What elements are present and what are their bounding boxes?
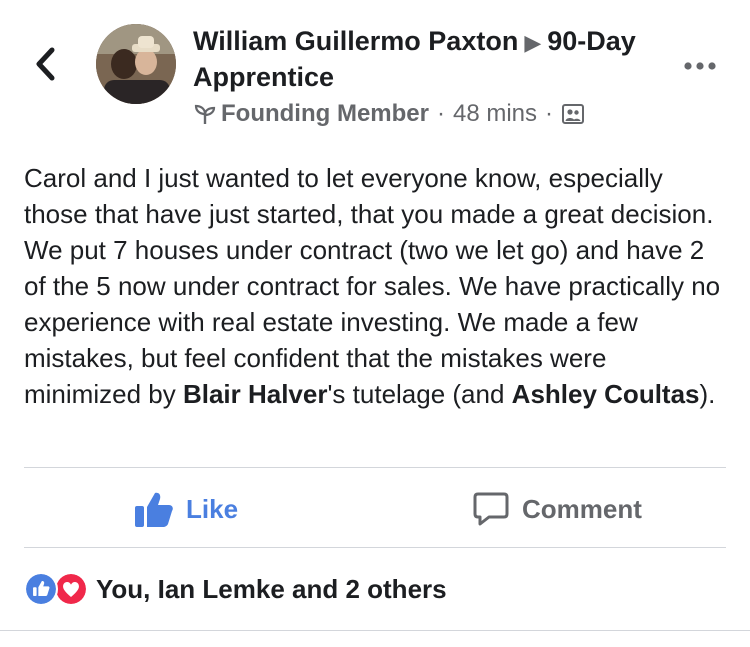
like-button[interactable]: Like (134, 486, 238, 532)
reaction-icons (24, 572, 90, 606)
post-text: Carol and I just wanted to let everyone … (24, 163, 721, 409)
author-avatar[interactable] (96, 24, 176, 104)
divider (24, 547, 726, 548)
separator-dot: · (436, 100, 445, 127)
more-options-button[interactable] (682, 58, 722, 74)
post-body: Carol and I just wanted to let everyone … (24, 160, 729, 412)
post-title: William Guillermo Paxton ▶ 90-Day Apprenti… (193, 24, 663, 94)
author-name[interactable]: William Guillermo Paxton (193, 26, 518, 56)
reactions-names: You, Ian Lemke and 2 others (96, 573, 447, 604)
post-meta: Founding Member · 48 mins · (193, 99, 663, 129)
group-members-icon (562, 104, 585, 124)
like-reaction-icon (24, 572, 58, 606)
like-label: Like (186, 493, 239, 524)
thumbs-up-icon (135, 492, 173, 527)
sprout-icon (194, 104, 216, 124)
founding-member-badge[interactable]: Founding Member (221, 99, 429, 129)
separator-dot: · (545, 100, 554, 127)
post-text: 's tutelage (and (327, 379, 512, 409)
post-text: ). (699, 379, 716, 409)
mention-blair-halver[interactable]: Blair Halver (183, 379, 328, 409)
speech-bubble-icon (473, 492, 509, 526)
back-button[interactable] (30, 44, 64, 84)
ellipsis-icon (684, 62, 716, 70)
bottom-divider (0, 630, 750, 631)
comment-button[interactable]: Comment (472, 486, 642, 532)
post-time[interactable]: 48 mins (453, 99, 537, 129)
play-arrow-icon: ▶ (524, 30, 542, 55)
reactions-summary[interactable]: You, Ian Lemke and 2 others (24, 572, 447, 606)
mention-ashley-coultas[interactable]: Ashley Coultas (512, 379, 700, 409)
avatar-photo (96, 24, 176, 104)
comment-label: Comment (522, 493, 642, 524)
love-reaction-icon (54, 572, 88, 606)
divider (24, 467, 726, 468)
chevron-left-icon (36, 47, 55, 81)
